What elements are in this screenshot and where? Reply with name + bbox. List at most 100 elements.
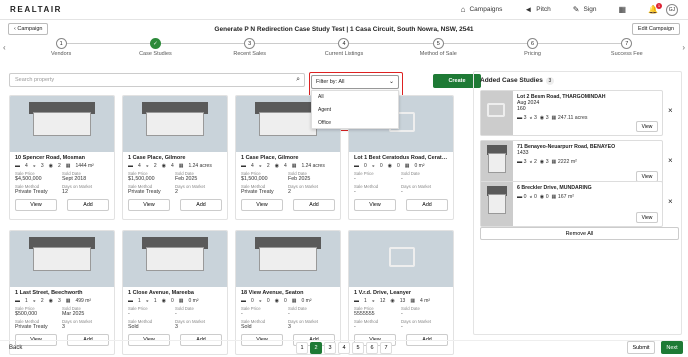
bed-count: 3 [523, 115, 527, 121]
bed-icon: ▬ [354, 298, 359, 304]
bath-icon: ◒ [371, 163, 375, 169]
step-case-studies[interactable]: ✓ Case Studies [108, 38, 250, 57]
view-button[interactable]: View [354, 199, 396, 211]
nav-sign[interactable]: ✎ Sign [573, 5, 597, 14]
remove-case-study-icon[interactable]: × [668, 197, 673, 206]
step-label: Pricing [524, 51, 541, 57]
view-button[interactable]: View [636, 212, 658, 223]
page-button[interactable]: 4 [338, 342, 350, 354]
sale-price: 5555555 [354, 311, 375, 317]
property-card: 1 Close Avenue, Mareeba ▬ 1 ◒ 1 ◉ 0 ▦ 0 m² Sale P… [122, 230, 228, 355]
area-icon: ▦ [404, 163, 410, 169]
filter-select[interactable]: Filter by: All ⌄ [311, 75, 399, 89]
nav-campaigns-label: Campaigns [469, 6, 503, 13]
nav-pitch[interactable]: ◄ Pitch [524, 5, 550, 14]
add-button[interactable]: Add [67, 199, 109, 211]
add-button[interactable]: Add [180, 199, 222, 211]
page-button[interactable]: 2 [310, 342, 322, 354]
days-on-market: - [401, 324, 403, 330]
remove-case-study-icon[interactable]: × [668, 106, 673, 115]
sold-date: - [401, 176, 403, 182]
next-button[interactable]: Next [661, 341, 683, 354]
step-label: Success Fee [610, 51, 643, 57]
property-address: 1 Case Place, Gilmore [241, 155, 299, 161]
page-title: Generate P N Redirection Case Study Test… [214, 25, 474, 33]
page-button[interactable]: 5 [352, 342, 364, 354]
property-address: 1 Last Street, Beechworth [15, 290, 83, 296]
bath-count: 2 [153, 163, 157, 169]
filter-option-agent[interactable]: Agent [312, 104, 398, 117]
bath-icon: ◒ [32, 163, 36, 169]
car-count: 2 [57, 163, 61, 169]
view-button[interactable]: View [241, 199, 283, 211]
filter-option-all[interactable]: All [312, 91, 398, 104]
view-button[interactable]: View [15, 199, 57, 211]
apps-grid-button[interactable]: ▦ [618, 5, 626, 14]
step-method-of-sale[interactable]: 5 Method of Sale [391, 38, 533, 57]
notifications-button[interactable]: 🔔 1 [648, 2, 662, 14]
view-button[interactable]: View [636, 121, 658, 132]
bed-count: 1 [138, 298, 141, 304]
bed-count: 0 [364, 163, 367, 169]
land-area: 1.24 acres [301, 163, 325, 169]
page-button[interactable]: 7 [380, 342, 392, 354]
step-current-listings[interactable]: 4 Current Listings [297, 38, 439, 57]
step-number: 5 [432, 38, 444, 49]
property-photo [349, 231, 453, 287]
sale-method: Private Treaty [128, 189, 161, 195]
property-address: Lot 1 Best Ceratodus Road, Ceratodus [354, 155, 448, 161]
view-button[interactable]: View [128, 199, 170, 211]
add-button[interactable]: Add [406, 199, 448, 211]
step-recent-sales[interactable]: 3 Recent Sales [203, 38, 344, 57]
car-count: 3 [57, 298, 61, 304]
page-button[interactable]: 3 [324, 342, 336, 354]
stepper-prev-icon[interactable]: ‹ [3, 43, 6, 52]
sale-method: Sold [128, 324, 139, 330]
sale-price: - [354, 176, 356, 182]
add-button[interactable]: Add [293, 199, 335, 211]
search-icon[interactable]: ⌕ [296, 76, 300, 84]
bath-count: 2 [40, 298, 44, 304]
step-pricing[interactable]: 6 Pricing [485, 38, 627, 57]
page-button[interactable]: 1 [296, 342, 308, 354]
land-area: 1444 m² [75, 163, 94, 169]
step-number: 4 [338, 38, 350, 49]
property-card: 10 Spencer Road, Mosman ▬ 4 ◒ 3 ◉ 2 ▦ 1444 m² Sal… [9, 95, 115, 220]
case-study-price: 1433 [517, 150, 529, 156]
stepper-next-icon[interactable]: › [682, 43, 685, 52]
avatar[interactable]: GJ [666, 3, 678, 16]
top-nav: ⌂ Campaigns ◄ Pitch ✎ Sign ▦ 🔔 1 GJ [439, 2, 678, 16]
page-button[interactable]: 6 [366, 342, 378, 354]
bath-count: 1 [153, 298, 157, 304]
pagination: 1234567 [296, 342, 392, 354]
bath-icon: ◒ [371, 298, 375, 304]
edit-campaign-button[interactable]: Edit Campaign [631, 23, 680, 35]
property-photo [10, 231, 114, 287]
back-to-campaign-button[interactable]: ‹ Campaign [8, 23, 49, 35]
step-vendors[interactable]: 1 Vendors [14, 38, 156, 57]
sale-method: Private Treaty [241, 189, 274, 195]
bath-count: 2 [534, 159, 537, 165]
remove-case-study-icon[interactable]: × [668, 156, 673, 165]
stepper: ‹ 1 Vendors ✓ Case Studies 3 Recent Sales 4… [0, 38, 688, 60]
bed-icon: ▬ [15, 298, 20, 304]
remove-all-button[interactable]: Remove All [480, 227, 679, 240]
submit-button[interactable]: Submit [627, 341, 655, 354]
case-study-photo [481, 141, 513, 185]
property-photo [123, 96, 227, 152]
car-icon: ◉ [387, 163, 392, 169]
filter-option-office[interactable]: Office [312, 117, 398, 130]
chevron-down-icon: ⌄ [388, 79, 394, 85]
sold-date: Sept 2018 [62, 176, 87, 182]
step-number: 1 [55, 38, 67, 49]
step-label: Current Listings [324, 51, 364, 57]
step-success-fee[interactable]: 7 Success Fee [580, 38, 674, 57]
back-button[interactable]: Back [9, 345, 22, 351]
nav-campaigns[interactable]: ⌂ Campaigns [461, 5, 503, 14]
land-area: 0 m² [301, 298, 312, 304]
added-case-studies-panel: Added Case Studies 3 Lot 2 Besm Road, THA… [473, 71, 682, 335]
days-on-market: - [401, 189, 403, 195]
car-count: 3 [545, 159, 549, 165]
days-on-market: 3 [62, 324, 65, 330]
search-input[interactable]: Search property ⌕ [9, 73, 305, 87]
